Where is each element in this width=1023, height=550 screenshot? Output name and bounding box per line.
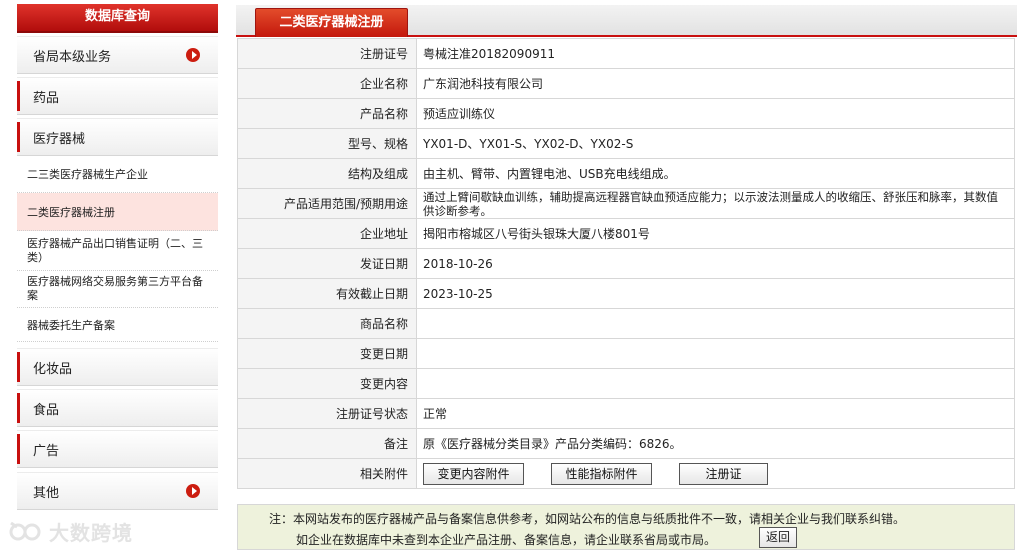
table-row: 变更日期 — [237, 338, 1015, 369]
field-label: 企业名称 — [237, 68, 417, 99]
table-row: 变更内容 — [237, 368, 1015, 399]
field-value: 原《医疗器械分类目录》产品分类编码：6826。 — [416, 428, 1015, 459]
field-label: 变更内容 — [237, 368, 417, 399]
table-row: 产品适用范围/预期用途 通过上臂间歇缺血训练，辅助提高远程器官缺血预适应能力；以示… — [237, 188, 1015, 219]
field-label: 结构及组成 — [237, 158, 417, 189]
sidebar-item-label: 药品 — [33, 90, 60, 106]
submenu-item-manufacturers[interactable]: 二三类医疗器械生产企业 — [17, 156, 218, 193]
submenu-item-online-platform-filing[interactable]: 医疗器械网络交易服务第三方平台备案 — [17, 271, 218, 308]
table-row: 相关附件 变更内容附件 性能指标附件 注册证 — [237, 458, 1015, 489]
table-row: 备注 原《医疗器械分类目录》产品分类编码：6826。 — [237, 428, 1015, 459]
field-value: 揭阳市榕城区八号街头银珠大厦八楼801号 — [416, 218, 1015, 249]
field-value: 粤械注准20182090911 — [416, 38, 1015, 69]
table-row: 企业地址 揭阳市榕城区八号街头银珠大厦八楼801号 — [237, 218, 1015, 249]
tab-bar: 二类医疗器械注册 — [236, 5, 1017, 37]
sidebar-item-provincial[interactable]: 省局本级业务 — [17, 36, 218, 74]
field-value: 2023-10-25 — [416, 278, 1015, 309]
field-value: 预适应训练仪 — [416, 98, 1015, 129]
performance-index-attachment-button[interactable]: 性能指标附件 — [551, 462, 652, 485]
table-row: 型号、规格 YX01-D、YX01-S、YX02-D、YX02-S — [237, 128, 1015, 159]
field-value — [416, 308, 1015, 339]
table-row: 有效截止日期 2023-10-25 — [237, 278, 1015, 309]
table-row: 注册证号 粤械注准20182090911 — [237, 38, 1015, 69]
table-row: 企业名称 广东润池科技有限公司 — [237, 68, 1015, 99]
field-value: 通过上臂间歇缺血训练，辅助提高远程器官缺血预适应能力；以示波法测量成人的收缩压、… — [416, 188, 1015, 219]
table-row: 发证日期 2018-10-26 — [237, 248, 1015, 279]
change-content-attachment-button[interactable]: 变更内容附件 — [423, 462, 524, 485]
sidebar-item-label: 省局本级业务 — [33, 49, 112, 65]
submenu-item-export-certificate[interactable]: 医疗器械产品出口销售证明（二、三类） — [17, 231, 218, 271]
field-label: 注册证号状态 — [237, 398, 417, 429]
field-label: 变更日期 — [237, 338, 417, 369]
field-value: 正常 — [416, 398, 1015, 429]
tab-class2-registration[interactable]: 二类医疗器械注册 — [255, 8, 408, 37]
sidebar-item-label: 其他 — [33, 485, 60, 501]
sidebar-item-advertising[interactable]: 广告 — [17, 430, 218, 468]
detail-table: 注册证号 粤械注准20182090911 企业名称 广东润池科技有限公司 产品名称预… — [237, 38, 1015, 489]
field-value — [416, 368, 1015, 399]
field-label: 注册证号 — [237, 38, 417, 69]
sidebar-item-cosmetics[interactable]: 化妆品 — [17, 348, 218, 386]
registration-certificate-button[interactable]: 注册证 — [679, 462, 768, 485]
main-panel: 二类医疗器械注册 注册证号 粤械注准20182090911 企业名称 广东润池科技有… — [236, 5, 1017, 550]
watermark-logo-icon — [9, 521, 41, 541]
field-label: 产品名称 — [237, 98, 417, 129]
sidebar: 数据库查询 省局本级业务 药品 医疗器械 二三类医疗器械生产企业 二类医疗器械注… — [17, 4, 218, 510]
field-label: 有效截止日期 — [237, 278, 417, 309]
notice-line-1: 注：本网站发布的医疗器械产品与备案信息供参考，如网站公布的信息与纸质批件不一致，… — [269, 512, 906, 526]
sidebar-title: 数据库查询 — [17, 4, 218, 33]
field-label: 备注 — [237, 428, 417, 459]
notice-line-2: 如企业在数据库中未查到本企业产品注册、备案信息，请企业联系省局或市局。 — [296, 533, 717, 547]
watermark-text: 大数跨境 — [49, 520, 133, 545]
field-value: YX01-D、YX01-S、YX02-D、YX02-S — [416, 128, 1015, 159]
field-label: 商品名称 — [237, 308, 417, 339]
submenu-item-contract-manufacturing[interactable]: 器械委托生产备案 — [17, 308, 218, 342]
table-row: 产品名称 预适应训练仪 — [237, 98, 1015, 129]
watermark: 大数跨境 — [9, 516, 133, 546]
notice-box: 注：本网站发布的医疗器械产品与备案信息供参考，如网站公布的信息与纸质批件不一致，… — [237, 504, 1015, 550]
sidebar-item-label: 食品 — [33, 402, 60, 418]
back-button[interactable]: 返回 — [759, 527, 797, 548]
table-row: 结构及组成 由主机、臂带、内置锂电池、USB充电线组成。 — [237, 158, 1015, 189]
field-label: 相关附件 — [237, 458, 417, 489]
sidebar-item-food[interactable]: 食品 — [17, 389, 218, 427]
field-label: 企业地址 — [237, 218, 417, 249]
sidebar-item-drugs[interactable]: 药品 — [17, 77, 218, 115]
arrow-right-icon — [186, 484, 200, 498]
field-value: 广东润池科技有限公司 — [416, 68, 1015, 99]
sidebar-item-medical-devices[interactable]: 医疗器械 — [17, 118, 218, 156]
sidebar-item-label: 广告 — [33, 443, 60, 459]
field-label: 型号、规格 — [237, 128, 417, 159]
field-value: 2018-10-26 — [416, 248, 1015, 279]
field-value: 由主机、臂带、内置锂电池、USB充电线组成。 — [416, 158, 1015, 189]
sidebar-submenu: 二三类医疗器械生产企业 二类医疗器械注册 医疗器械产品出口销售证明（二、三类） … — [17, 156, 218, 342]
sidebar-item-label: 医疗器械 — [33, 131, 86, 147]
field-label: 发证日期 — [237, 248, 417, 279]
sidebar-item-other[interactable]: 其他 — [17, 472, 218, 510]
table-row: 注册证号状态 正常 — [237, 398, 1015, 429]
arrow-right-icon — [186, 48, 200, 62]
field-value — [416, 338, 1015, 369]
sidebar-item-label: 化妆品 — [33, 361, 73, 377]
table-row: 商品名称 — [237, 308, 1015, 339]
field-label: 产品适用范围/预期用途 — [237, 188, 417, 219]
attachments-cell: 变更内容附件 性能指标附件 注册证 — [416, 458, 1015, 489]
submenu-item-class2-registration[interactable]: 二类医疗器械注册 — [17, 193, 218, 231]
